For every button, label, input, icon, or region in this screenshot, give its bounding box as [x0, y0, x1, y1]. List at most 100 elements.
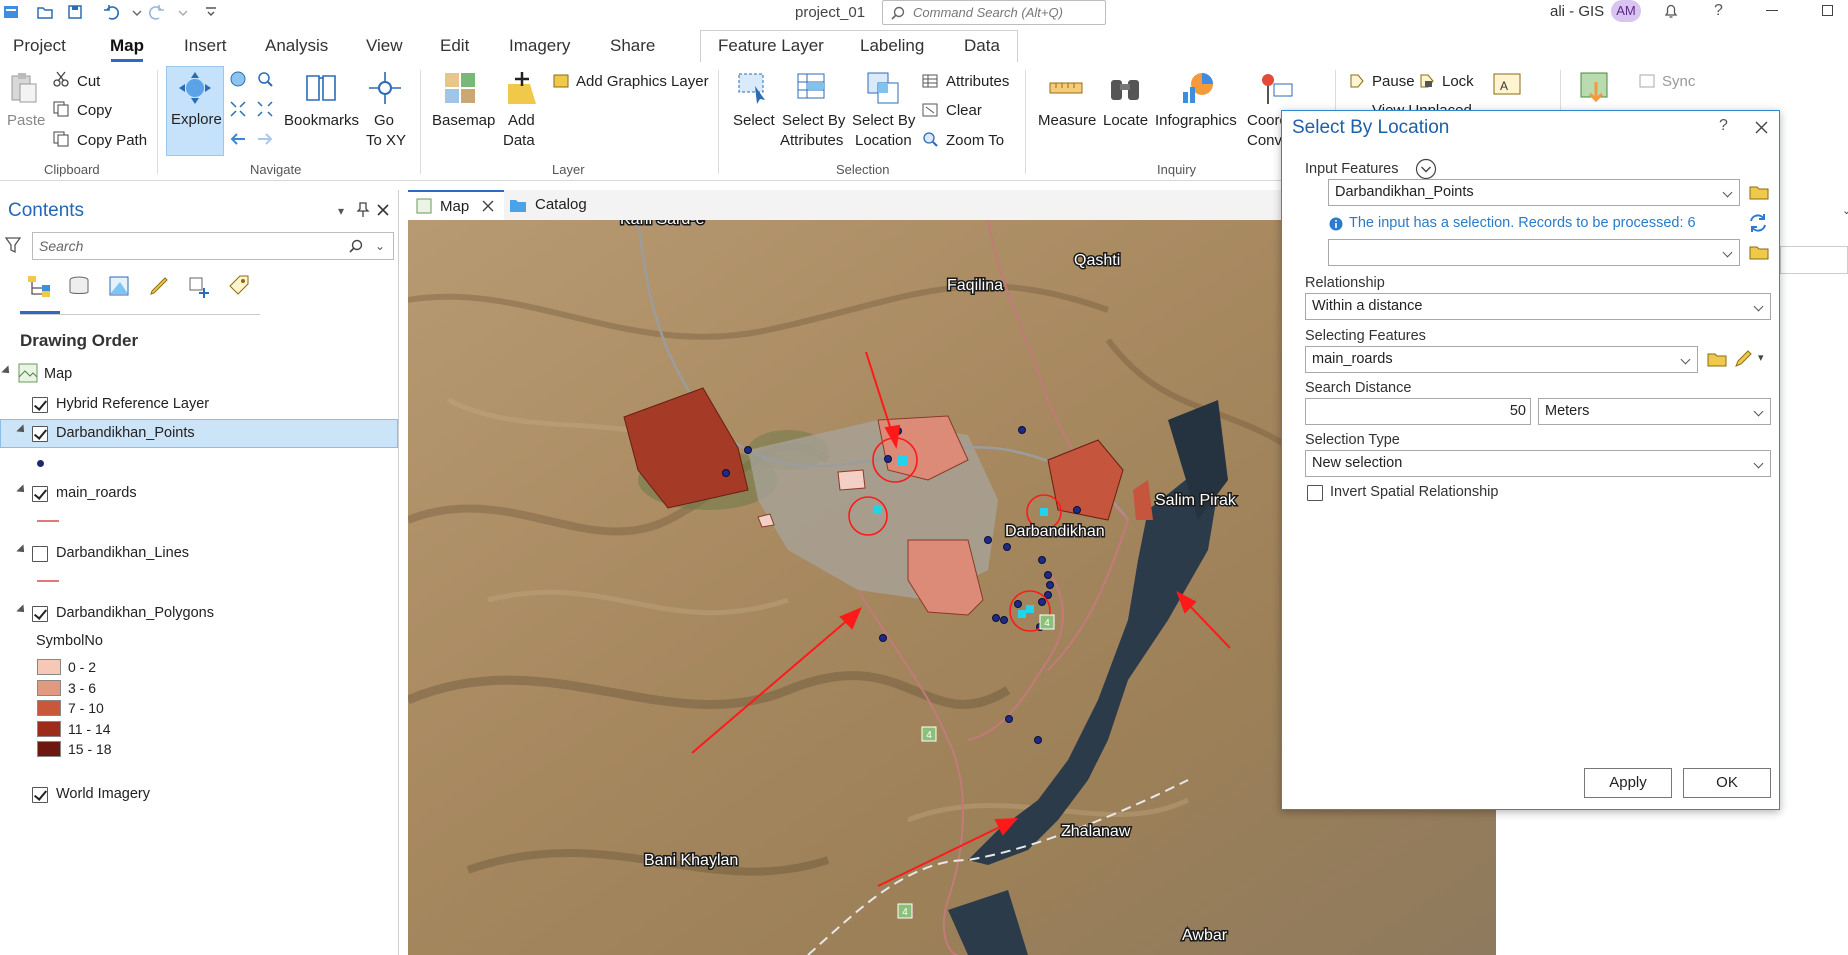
tab-view[interactable]: View [366, 36, 403, 56]
snapping-view-icon[interactable] [186, 274, 212, 300]
paste-icon[interactable] [6, 70, 42, 106]
tab-data[interactable]: Data [964, 36, 1000, 56]
tab-imagery[interactable]: Imagery [509, 36, 570, 56]
avatar[interactable]: AM [1611, 0, 1641, 22]
paste-button[interactable]: Paste [7, 112, 45, 129]
redo-dropdown-icon[interactable] [174, 3, 192, 21]
add-graphics-layer-button[interactable]: Add Graphics Layer [576, 73, 709, 90]
collapse-map-icon[interactable] [1, 365, 13, 377]
previous-extent-icon[interactable] [229, 130, 247, 148]
pause-labeling-icon[interactable] [1348, 72, 1366, 90]
sketch-pencil-icon[interactable] [1733, 349, 1753, 369]
zoom-to-selection-icon[interactable] [921, 130, 939, 148]
copy-icon[interactable] [52, 100, 70, 118]
select-by-location-label-line2[interactable]: Location [855, 132, 912, 149]
tab-catalog[interactable]: Catalog [535, 196, 587, 213]
zoom-in-arrows-icon[interactable] [229, 100, 247, 118]
redo-icon[interactable] [148, 3, 166, 21]
drawing-order-icon[interactable] [26, 274, 52, 298]
customize-toolbar-icon[interactable] [202, 3, 220, 21]
basemap-button[interactable]: Basemap [432, 112, 495, 129]
tab-labeling[interactable]: Labeling [860, 36, 924, 56]
select-by-attributes-icon[interactable] [795, 70, 831, 106]
search-distance-input[interactable]: 50 [1305, 398, 1531, 425]
cut-button[interactable]: Cut [77, 73, 100, 90]
sketch-dropdown-chevron-icon[interactable]: ▾ [1758, 351, 1764, 364]
copy-path-icon[interactable] [52, 130, 70, 148]
select-button[interactable]: Select [733, 112, 775, 129]
hybrid-layer-visibility-checkbox[interactable] [32, 397, 48, 413]
open-folder-icon[interactable] [36, 3, 54, 21]
go-to-xy-icon[interactable] [367, 70, 403, 106]
save-icon[interactable] [66, 3, 84, 21]
cut-icon[interactable] [52, 70, 70, 88]
input-features-dropdown[interactable]: Darbandikhan_Points [1328, 179, 1740, 206]
user-name[interactable]: ali - GIS [1550, 3, 1604, 20]
app-icon[interactable] [2, 3, 20, 21]
collapse-roads-layer-icon[interactable] [16, 484, 28, 496]
pane-input[interactable] [1780, 246, 1848, 274]
select-by-attributes-label-line2[interactable]: Attributes [780, 132, 843, 149]
browse-folder-icon[interactable] [1749, 244, 1769, 260]
selecting-features-dropdown[interactable]: main_roards [1305, 346, 1698, 373]
sync-button[interactable]: Sync [1662, 73, 1695, 90]
second-input-features-dropdown[interactable] [1328, 239, 1740, 266]
ok-button[interactable]: OK [1683, 768, 1771, 798]
help-icon[interactable]: ? [1714, 2, 1723, 20]
tab-insert[interactable]: Insert [184, 36, 227, 56]
labeling-view-icon[interactable] [226, 274, 252, 300]
select-by-location-icon[interactable] [865, 70, 901, 106]
command-search-input[interactable]: Command Search (Alt+Q) [882, 0, 1106, 25]
world-imagery-visibility-checkbox[interactable] [32, 787, 48, 803]
filter-icon[interactable] [5, 236, 21, 254]
map-node-label[interactable]: Map [44, 366, 72, 382]
help-icon[interactable]: ? [1719, 117, 1728, 135]
contents-search-input[interactable]: Search ⌄ [32, 232, 394, 260]
pane-chevron-icon[interactable]: ⌄ [1842, 204, 1848, 217]
zoom-out-arrows-icon[interactable] [256, 100, 274, 118]
lines-layer-visibility-checkbox[interactable] [32, 546, 48, 562]
pin-icon[interactable] [356, 202, 370, 218]
locate-button[interactable]: Locate [1103, 112, 1148, 129]
go-to-xy-label-line2[interactable]: To XY [366, 132, 406, 149]
sync-icon[interactable] [1638, 72, 1656, 90]
measure-button[interactable]: Measure [1038, 112, 1096, 129]
refresh-icon[interactable] [1747, 212, 1769, 234]
download-map-icon[interactable] [1578, 70, 1614, 106]
add-data-label-line2[interactable]: Data [503, 132, 535, 149]
selection-view-icon[interactable] [107, 274, 131, 298]
coordinate-conversion-icon[interactable] [1258, 70, 1294, 106]
tab-map-view[interactable]: Map [408, 190, 504, 220]
browse-folder-icon[interactable] [1749, 184, 1769, 200]
layer-darbandikhan-lines[interactable]: Darbandikhan_Lines [56, 545, 189, 561]
locate-icon[interactable] [1107, 70, 1143, 106]
fixed-zoom-icon[interactable] [256, 70, 274, 88]
full-extent-icon[interactable] [229, 70, 247, 88]
layer-darbandikhan-points[interactable]: Darbandikhan_Points [56, 425, 195, 441]
select-icon[interactable] [735, 70, 771, 106]
roads-layer-visibility-checkbox[interactable] [32, 486, 48, 502]
layer-hybrid-reference[interactable]: Hybrid Reference Layer [56, 396, 209, 412]
layer-darbandikhan-polygons[interactable]: Darbandikhan_Polygons [56, 605, 214, 621]
relationship-dropdown[interactable]: Within a distance [1305, 293, 1771, 320]
measure-icon[interactable] [1048, 70, 1084, 106]
add-data-label-line1[interactable]: Add [508, 112, 535, 129]
tab-map[interactable]: Map [110, 36, 144, 56]
minimize-icon[interactable] [1766, 10, 1778, 11]
polygons-layer-visibility-checkbox[interactable] [32, 606, 48, 622]
zoom-to-button[interactable]: Zoom To [946, 132, 1004, 149]
tab-project[interactable]: Project [13, 36, 66, 56]
undo-icon[interactable] [102, 3, 120, 21]
copy-path-button[interactable]: Copy Path [77, 132, 147, 149]
undo-dropdown-icon[interactable] [128, 3, 146, 21]
lock-labeling-icon[interactable] [1418, 72, 1436, 90]
collapse-polygons-layer-icon[interactable] [16, 604, 28, 616]
tab-feature-layer[interactable]: Feature Layer [718, 36, 824, 56]
pause-button[interactable]: Pause [1372, 73, 1415, 90]
copy-button[interactable]: Copy [77, 102, 112, 119]
bookmarks-icon[interactable] [303, 70, 339, 106]
clear-selection-icon[interactable] [921, 101, 939, 119]
data-source-icon[interactable] [67, 274, 91, 298]
lock-button[interactable]: Lock [1442, 73, 1474, 90]
basemap-icon[interactable] [442, 70, 478, 106]
